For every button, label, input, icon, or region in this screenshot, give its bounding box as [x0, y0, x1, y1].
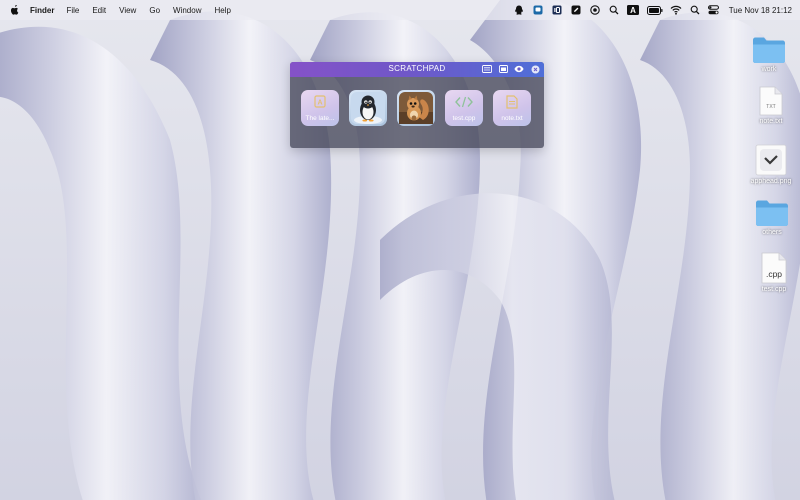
menu-finder[interactable]: Finder	[30, 6, 54, 15]
menu-help[interactable]: Help	[214, 6, 230, 15]
scratchpad-item-label: test.cpp	[452, 115, 476, 122]
menu-bar-clock[interactable]: Tue Nov 18 21:12	[729, 6, 792, 15]
desktop-item-label: others	[762, 229, 782, 236]
txt-file-icon: TXT	[746, 86, 796, 116]
text-file-icon	[506, 95, 518, 114]
scratchpad-item-image[interactable]	[397, 90, 435, 126]
desktop-file-note-txt[interactable]: TXT note.txt	[746, 86, 796, 125]
battery-icon[interactable]	[646, 4, 663, 16]
hd-icon[interactable]	[551, 4, 563, 16]
control-center-icon[interactable]	[708, 4, 720, 16]
desktop-folder-work[interactable]: work	[744, 36, 794, 73]
menu-view[interactable]: View	[119, 6, 136, 15]
menu-file[interactable]: File	[66, 6, 79, 15]
menu-window[interactable]: Window	[173, 6, 201, 15]
code-brackets-icon	[455, 95, 473, 113]
text-document-icon: A	[314, 95, 326, 113]
edit-icon[interactable]	[570, 4, 582, 16]
list-view-icon[interactable]	[482, 64, 492, 74]
scratchpad-item-code[interactable]: test.cpp	[445, 90, 483, 126]
menu-bar: Finder File Edit View Go Window Help A T…	[0, 0, 800, 20]
scratchpad-item-image[interactable]	[349, 90, 387, 126]
keyboard-letter: A	[630, 6, 636, 15]
scratchpad-items: A The late... test.cpp note.txt	[301, 90, 541, 126]
scratchpad-item-label: note.txt	[501, 115, 523, 122]
spotlight-icon[interactable]	[689, 4, 701, 16]
scratchpad-window: SCRATCHPAD A The late... test.cpp note.t…	[290, 62, 544, 148]
record-icon[interactable]	[589, 4, 601, 16]
png-file-icon	[746, 144, 796, 176]
folder-icon	[744, 36, 794, 64]
squirrel-image	[399, 92, 433, 124]
scratchpad-item-text[interactable]: A The late...	[301, 90, 339, 126]
desktop-item-label: test.cpp	[761, 286, 787, 293]
scratchpad-item-label: The late...	[305, 115, 335, 122]
svg-text:A: A	[317, 100, 322, 107]
window-icon[interactable]	[498, 64, 508, 74]
desktop-file-test-cpp[interactable]: .cpp test.cpp	[749, 252, 799, 293]
search-magnifier-icon[interactable]	[608, 4, 620, 16]
menu-go[interactable]: Go	[149, 6, 160, 15]
keyboard-a-icon[interactable]: A	[627, 4, 640, 16]
app-square-icon[interactable]	[532, 4, 544, 16]
desktop-item-label: apphead.png	[750, 178, 792, 185]
desktop-file-apphead-png[interactable]: apphead.png	[746, 144, 796, 185]
folder-icon	[747, 199, 797, 227]
wifi-icon[interactable]	[670, 4, 682, 16]
file-type-badge: .cpp	[766, 269, 782, 279]
scratchpad-item-text-file[interactable]: note.txt	[493, 90, 531, 126]
penguin-image	[351, 92, 385, 124]
qq-icon[interactable]	[513, 4, 525, 16]
cpp-file-icon: .cpp	[749, 252, 799, 284]
scratchpad-toolbar	[476, 64, 540, 74]
close-icon[interactable]	[530, 64, 540, 74]
menu-edit[interactable]: Edit	[92, 6, 106, 15]
desktop-item-label: work	[761, 66, 777, 73]
desktop-item-label: note.txt	[759, 118, 783, 125]
file-type-badge: TXT	[766, 104, 775, 110]
eye-icon[interactable]	[514, 64, 524, 74]
desktop-folder-others[interactable]: others	[747, 199, 797, 236]
status-area: A Tue Nov 18 21:12	[506, 0, 792, 20]
scratchpad-titlebar[interactable]: SCRATCHPAD	[290, 62, 544, 77]
apple-logo-icon[interactable]	[10, 4, 20, 16]
